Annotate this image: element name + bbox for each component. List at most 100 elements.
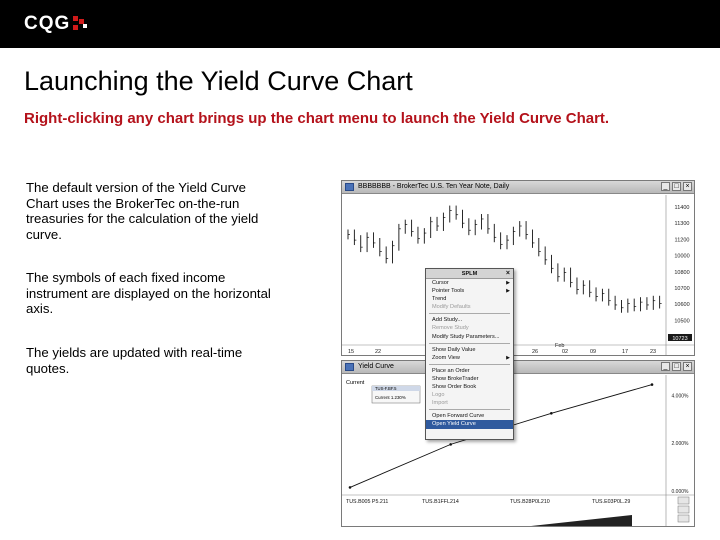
yield-curve-chart[interactable]: Current TUS-F.BF.5 Current 1.230% 4.000%… xyxy=(342,375,694,527)
yield-legend-label: Current xyxy=(346,380,365,386)
menu-item-modify-defaults[interactable]: Modify Defaults xyxy=(426,303,513,311)
yield-y-axis: 4.000% 2.000% 0.000% xyxy=(672,393,690,495)
menu-item-open-yield-curve[interactable]: Open Yield Curve xyxy=(426,420,513,429)
minimize-button[interactable]: _ xyxy=(661,182,670,191)
price-y-axis: 11400 11300 11200 10000 10800 10700 10600 10500 xyxy=(674,205,689,324)
price-y-tick: 10800 xyxy=(674,270,689,276)
yield-point xyxy=(348,486,352,489)
scroll-button[interactable] xyxy=(677,514,690,523)
yield-minimize-button[interactable]: _ xyxy=(661,362,670,371)
menu-item-label: Show BrokeTrader xyxy=(432,375,479,382)
yield-curve-titlebar[interactable]: Yield Curve _ □ × xyxy=(342,361,694,374)
yield-curve-title: Yield Curve xyxy=(358,363,394,370)
menu-item-open-forward-curve[interactable]: Open Forward Curve xyxy=(426,412,513,420)
yield-close-button[interactable]: × xyxy=(683,362,692,371)
menu-item-label: Add Study... xyxy=(432,317,463,324)
price-x-tick: 09 xyxy=(590,349,596,355)
close-button[interactable]: × xyxy=(683,182,692,191)
slide-title: Launching the Yield Curve Chart xyxy=(24,66,413,96)
cqg-logo: CQG xyxy=(24,13,89,35)
paragraph-yields: The yields are updated with real-time qu… xyxy=(26,345,243,376)
menu-item-label: Open Forward Curve xyxy=(432,413,485,420)
price-y-tick: 10500 xyxy=(674,318,689,324)
yield-window-icon xyxy=(345,363,354,371)
close-icon[interactable]: × xyxy=(506,269,510,279)
price-x-tick: 23 xyxy=(650,349,656,355)
price-chart-title: BBBBBBB - BrokerTec U.S. Ten Year Note, … xyxy=(358,183,510,190)
context-menu-title: SPLM xyxy=(461,271,478,277)
price-x-tick: 22 xyxy=(375,349,381,355)
yield-x-axis: TUS.B005 P5.211 TUS.B1FFL214 TUS.B28P0L210… xyxy=(346,499,630,505)
menu-item-cursor[interactable]: Cursor ▶ xyxy=(426,279,513,287)
price-y-tick: 10000 xyxy=(674,254,689,260)
submenu-arrow-icon: ▶ xyxy=(506,288,510,295)
menu-item-show-broketrader[interactable]: Show BrokeTrader xyxy=(426,375,513,383)
price-x-tick: 17 xyxy=(622,349,628,355)
logo-text: CQG xyxy=(24,13,71,34)
top-banner: CQG xyxy=(0,0,720,48)
chart-context-menu[interactable]: SPLM × Cursor ▶ Pointer Tools ▶ Trend Modify … xyxy=(425,268,514,440)
menu-item-show-daily-value[interactable]: Show Daily Value xyxy=(426,346,513,354)
price-y-tick: 10700 xyxy=(674,286,689,292)
menu-item-label: Open Yield Curve xyxy=(432,421,476,428)
yield-legend-box-value: Current 1.230% xyxy=(375,395,406,400)
yield-point xyxy=(449,443,452,446)
menu-separator xyxy=(429,313,510,315)
yield-point xyxy=(650,383,654,386)
menu-item-place-an-order[interactable]: Place an Order xyxy=(426,367,513,375)
menu-item-zoom-view[interactable]: Zoom View ▶ xyxy=(426,354,513,362)
yield-curve-window[interactable]: Yield Curve _ □ × Current TUS-F.BF.5 Cur… xyxy=(341,360,695,527)
price-x-tick: 02 xyxy=(562,349,568,355)
menu-item-label: Place an Order xyxy=(432,367,470,374)
paragraph-default-version: The default version of the Yield Curve C… xyxy=(26,180,259,242)
yield-legend-box-title: TUS-F.BF.5 xyxy=(375,386,397,391)
yield-x-label: TUS.B1FFL214 xyxy=(422,499,459,505)
logo-mark-icon xyxy=(73,16,89,32)
price-y-tick: 10600 xyxy=(674,302,689,308)
menu-item-import[interactable]: Import xyxy=(426,399,513,407)
menu-item-trend[interactable]: Trend xyxy=(426,295,513,303)
menu-item-logo[interactable]: Logo xyxy=(426,391,513,399)
price-x-tick: 26 xyxy=(532,349,538,355)
submenu-arrow-icon: ▶ xyxy=(506,354,510,361)
price-chart[interactable]: 11400 11300 11200 10000 10800 10700 10600 10500… xyxy=(342,195,694,356)
volume-wedge xyxy=(531,515,632,526)
menu-item-remove-study[interactable]: Remove Study xyxy=(426,324,513,332)
menu-item-label: Pointer Tools xyxy=(432,288,465,295)
menu-separator xyxy=(429,342,510,344)
menu-item-label: Modify Defaults xyxy=(432,304,471,311)
yield-x-label: TUS.E03P0L.29 xyxy=(592,499,630,505)
menu-item-modify-study-parameters[interactable]: Modify Study Parameters... xyxy=(426,333,513,341)
price-month-label: Feb xyxy=(555,343,564,349)
price-y-tick: 11200 xyxy=(675,237,690,243)
yield-point xyxy=(550,411,553,415)
yield-y-tick: 2.000% xyxy=(672,441,690,447)
zoom-in-button[interactable] xyxy=(677,496,690,505)
menu-item-label: Logo xyxy=(432,392,445,399)
yield-x-label: TUS.B28P0L210 xyxy=(510,499,550,505)
submenu-arrow-icon: ▶ xyxy=(506,280,510,286)
context-menu-header: SPLM × xyxy=(426,269,513,279)
menu-item-pointer-tools[interactable]: Pointer Tools ▶ xyxy=(426,287,513,295)
chart-window-icon xyxy=(345,183,354,191)
price-chart-window[interactable]: BBBBBBB - BrokerTec U.S. Ten Year Note, … xyxy=(341,180,695,356)
menu-item-label: Zoom View xyxy=(432,354,460,361)
yield-maximize-button[interactable]: □ xyxy=(672,362,681,371)
menu-item-label: Modify Study Parameters... xyxy=(432,333,500,340)
paragraph-symbols: The symbols of each fixed income instrum… xyxy=(26,270,271,317)
zoom-out-button[interactable] xyxy=(677,505,690,514)
menu-item-label: Import xyxy=(432,400,448,407)
maximize-button[interactable]: □ xyxy=(672,182,681,191)
price-y-tick: 11400 xyxy=(675,205,690,211)
slide-subtitle: Right-clicking any chart brings up the c… xyxy=(24,110,610,127)
price-y-tick: 11300 xyxy=(675,221,690,227)
menu-item-label: Remove Study xyxy=(432,325,469,332)
menu-item-label: Show Order Book xyxy=(432,384,477,391)
yield-y-tick: 4.000% xyxy=(672,393,690,399)
price-chart-titlebar[interactable]: BBBBBBB - BrokerTec U.S. Ten Year Note, … xyxy=(342,181,694,194)
menu-item-add-study[interactable]: Add Study... xyxy=(426,316,513,324)
yield-x-label: TUS.B005 P5.211 xyxy=(346,499,388,505)
menu-item-label: Cursor xyxy=(432,280,449,286)
menu-separator xyxy=(429,409,510,411)
menu-item-show-order-book[interactable]: Show Order Book xyxy=(426,383,513,391)
